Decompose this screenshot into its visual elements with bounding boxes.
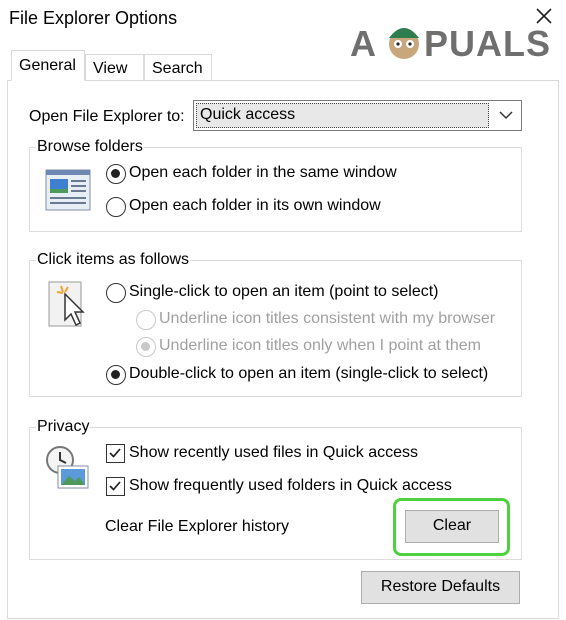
own-window-label[interactable]: Open each folder in its own window: [129, 197, 381, 215]
svg-text:PUALS: PUALS: [424, 23, 551, 64]
open-to-dropdown[interactable]: Quick access: [193, 100, 522, 131]
same-window-label[interactable]: Open each folder in the same window: [129, 164, 397, 182]
tab-general[interactable]: General: [11, 50, 85, 81]
radio-underline-browser: [136, 310, 156, 330]
privacy-title: Privacy: [36, 418, 91, 436]
tab-view[interactable]: View: [85, 54, 144, 81]
history-clock-icon: [46, 446, 89, 489]
svg-text:A: A: [350, 23, 377, 64]
recent-files-label[interactable]: Show recently used files in Quick access: [129, 444, 418, 462]
clear-button[interactable]: Clear: [405, 510, 499, 543]
click-items-title: Click items as follows: [36, 251, 191, 269]
browse-folders-title: Browse folders: [36, 138, 144, 156]
double-click-label[interactable]: Double-click to open an item (single-cli…: [129, 365, 488, 383]
restore-defaults-button[interactable]: Restore Defaults: [361, 571, 520, 604]
checkbox-recent-files[interactable]: [106, 444, 125, 463]
checkmark-icon: [109, 448, 121, 458]
underline-point-label: Underline icon titles only when I point …: [159, 337, 481, 354]
chevron-down-icon: [499, 111, 513, 120]
open-to-value: Quick access: [196, 103, 489, 128]
single-click-label[interactable]: Single-click to open an item (point to s…: [129, 283, 438, 301]
clear-history-label: Clear File Explorer history: [105, 518, 290, 535]
radio-same-window[interactable]: [106, 164, 126, 184]
radio-underline-point: [136, 337, 156, 357]
mascot-icon: [389, 28, 419, 59]
browse-folders-group: [29, 147, 522, 232]
radio-single-click[interactable]: [106, 283, 126, 303]
cursor-click-icon: [48, 281, 85, 327]
tab-search[interactable]: Search: [144, 54, 212, 81]
underline-browser-label: Underline icon titles consistent with my…: [159, 310, 496, 327]
radio-own-window[interactable]: [106, 197, 126, 217]
watermark-logo: A PUALS: [350, 23, 551, 64]
checkmark-icon: [109, 481, 121, 491]
folder-window-icon: [45, 169, 91, 211]
window-title: File Explorer Options: [9, 8, 178, 28]
frequent-folders-label[interactable]: Show frequently used folders in Quick ac…: [129, 477, 452, 495]
checkbox-frequent-folders[interactable]: [106, 477, 125, 496]
radio-double-click[interactable]: [106, 365, 126, 385]
open-to-label: Open File Explorer to:: [29, 108, 185, 125]
